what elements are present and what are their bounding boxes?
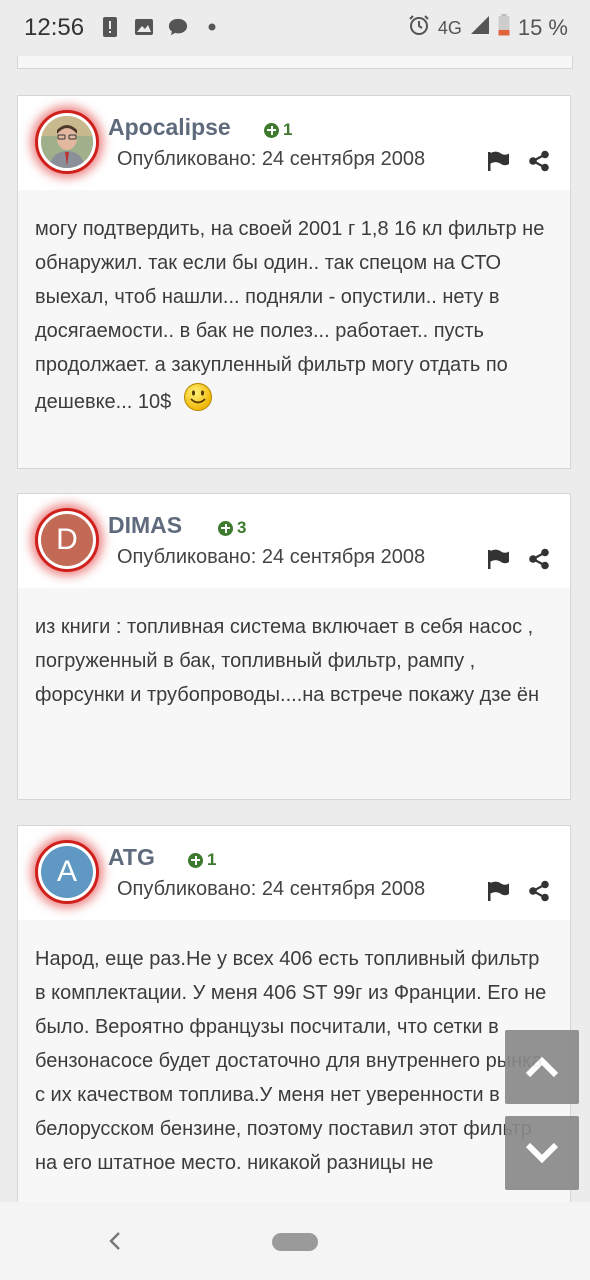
status-bar: 12:56 4G 15 % bbox=[0, 0, 590, 56]
share-icon[interactable] bbox=[528, 880, 550, 902]
home-pill[interactable] bbox=[272, 1233, 318, 1251]
author-name[interactable]: Apocalipse bbox=[108, 114, 231, 141]
post-date: Опубликовано: 24 сентября 2008 bbox=[117, 878, 426, 900]
share-icon[interactable] bbox=[528, 548, 550, 570]
post-header: Apocalipse 1 Опубликовано: 24 сентября 2… bbox=[18, 96, 570, 190]
flag-icon[interactable] bbox=[487, 549, 511, 569]
post-header: A ATG 1 Опубликовано: 24 сентября 2008 bbox=[18, 826, 570, 920]
post-body: могу подтвердить, на своей 2001 г 1,8 16… bbox=[18, 190, 570, 423]
post-text: из книги : топливная система включает в … bbox=[35, 616, 540, 706]
avatar-photo bbox=[41, 116, 93, 168]
chevron-up-icon bbox=[525, 1056, 559, 1078]
avatar[interactable]: D bbox=[35, 508, 99, 572]
post-date: Опубликовано: 24 сентября 2008 bbox=[117, 546, 426, 568]
reputation-count: 3 bbox=[237, 518, 247, 537]
avatar[interactable]: A bbox=[35, 840, 99, 904]
alert-icon bbox=[100, 16, 120, 38]
reputation-badge: 1 bbox=[188, 850, 216, 870]
image-icon bbox=[134, 16, 154, 38]
avatar[interactable] bbox=[35, 110, 99, 174]
alarm-icon bbox=[408, 14, 430, 42]
dot-icon bbox=[202, 16, 222, 38]
forum-post: A ATG 1 Опубликовано: 24 сентября 2008 Н… bbox=[17, 825, 571, 1245]
avatar-letter: D bbox=[41, 514, 93, 566]
post-header: D DIMAS 3 Опубликовано: 24 сентября 2008 bbox=[18, 494, 570, 588]
scroll-top-button[interactable] bbox=[505, 1030, 579, 1104]
chat-icon bbox=[168, 16, 188, 38]
navigation-bar bbox=[0, 1202, 590, 1280]
post-text: Народ, еще раз.Не у всех 406 есть топлив… bbox=[35, 948, 547, 1174]
forum-post: D DIMAS 3 Опубликовано: 24 сентября 2008… bbox=[17, 493, 571, 800]
reputation-count: 1 bbox=[207, 850, 217, 869]
avatar-letter: A bbox=[41, 846, 93, 898]
forum-post: Apocalipse 1 Опубликовано: 24 сентября 2… bbox=[17, 95, 571, 469]
scroll-bottom-button[interactable] bbox=[505, 1116, 579, 1190]
flag-icon[interactable] bbox=[487, 881, 511, 901]
battery-percent: 15 % bbox=[517, 15, 568, 40]
reputation-badge: 1 bbox=[264, 120, 292, 140]
plus-circle-icon bbox=[264, 122, 279, 138]
plus-circle-icon bbox=[218, 520, 233, 536]
status-time: 12:56 bbox=[24, 14, 85, 41]
previous-post-edge bbox=[17, 56, 573, 69]
post-body: Народ, еще раз.Не у всех 406 есть топлив… bbox=[18, 920, 570, 1180]
post-body: из книги : топливная система включает в … bbox=[18, 588, 570, 712]
share-icon[interactable] bbox=[528, 150, 550, 172]
notification-icons bbox=[100, 16, 222, 38]
reputation-count: 1 bbox=[283, 120, 293, 139]
chevron-down-icon bbox=[525, 1142, 559, 1164]
back-icon[interactable] bbox=[106, 1230, 124, 1252]
battery-icon bbox=[498, 14, 510, 42]
plus-circle-icon bbox=[188, 852, 203, 868]
author-name[interactable]: DIMAS bbox=[108, 512, 182, 539]
post-date: Опубликовано: 24 сентября 2008 bbox=[117, 148, 426, 170]
author-name[interactable]: ATG bbox=[108, 844, 155, 871]
network-type: 4G bbox=[437, 17, 462, 38]
smile-icon bbox=[183, 382, 213, 423]
reputation-badge: 3 bbox=[218, 518, 246, 538]
signal-icon bbox=[470, 15, 490, 41]
post-text: могу подтвердить, на своей 2001 г 1,8 16… bbox=[35, 218, 545, 413]
flag-icon[interactable] bbox=[487, 151, 511, 171]
